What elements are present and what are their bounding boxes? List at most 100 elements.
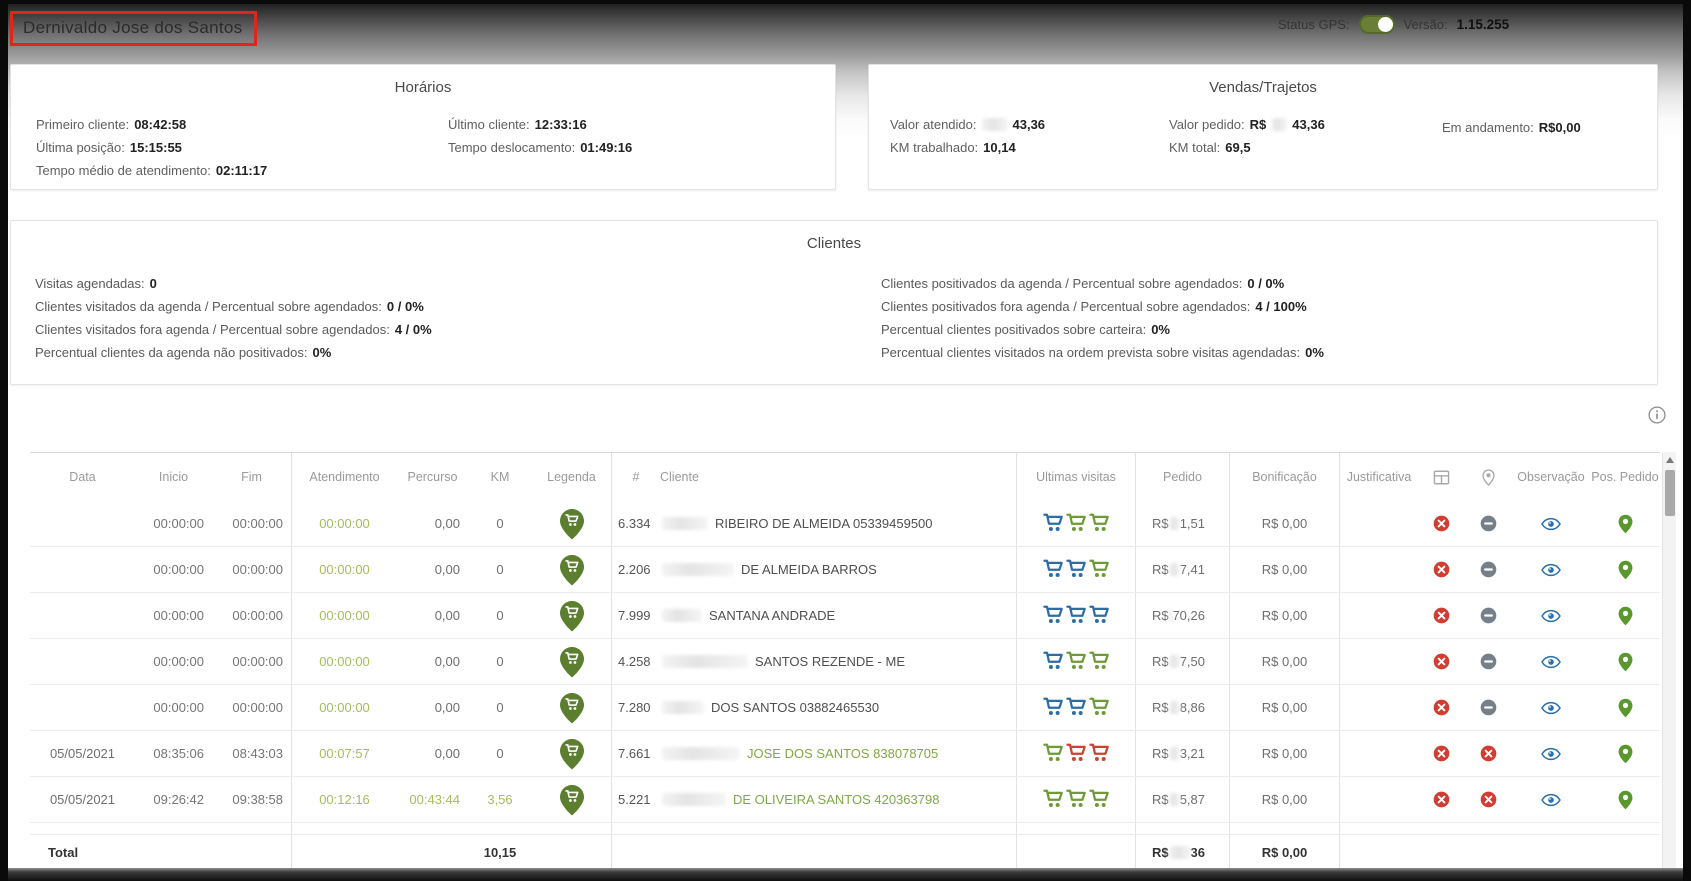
status-minus-icon[interactable] xyxy=(1465,501,1512,546)
last-visits-carts[interactable] xyxy=(1043,697,1110,719)
gps-toggle[interactable] xyxy=(1359,15,1395,34)
status-cancel-icon[interactable] xyxy=(1418,593,1465,638)
observation-eye-icon[interactable] xyxy=(1512,731,1590,776)
currency-prefix: R$ xyxy=(1152,700,1169,715)
scrollbar-thumb[interactable] xyxy=(1665,470,1675,516)
last-visits-carts[interactable] xyxy=(1043,559,1110,581)
status-cancel-icon[interactable] xyxy=(1465,777,1512,822)
status-cancel-icon[interactable] xyxy=(1418,777,1465,822)
horarios-card: Horários Primeiro cliente:08:42:58 Últim… xyxy=(10,64,836,190)
redacted-text xyxy=(1169,793,1180,806)
table-spacer-row xyxy=(30,823,1660,835)
field-label: Valor atendido: xyxy=(890,117,977,132)
order-position-pin-icon[interactable] xyxy=(1590,777,1660,822)
cell-justification xyxy=(1340,501,1418,546)
cart-icon xyxy=(1066,789,1087,811)
visits-table: DataInicioFimAtendimentoPercursoKMLegend… xyxy=(30,452,1660,869)
order-position-pin-icon[interactable] xyxy=(1590,593,1660,638)
legend-pin-cart-icon xyxy=(532,501,612,546)
legend-pin-cart-icon xyxy=(532,685,612,730)
status-minus-icon[interactable] xyxy=(1465,639,1512,684)
clientes-card: Clientes Visitas agendadas:0 Clientes vi… xyxy=(10,220,1658,385)
observation-eye-icon[interactable] xyxy=(1512,777,1590,822)
observation-eye-icon[interactable] xyxy=(1512,685,1590,730)
legend-pin-cart-icon xyxy=(532,547,612,592)
spacer-cell xyxy=(1340,823,1418,834)
cell-km: 0 xyxy=(468,547,532,592)
observation-eye-icon[interactable] xyxy=(1512,547,1590,592)
horarios-col2: Último cliente:12:33:16 Tempo deslocamen… xyxy=(448,117,632,163)
cell-data xyxy=(30,685,135,730)
order-position-pin-icon[interactable] xyxy=(1590,685,1660,730)
vertical-scrollbar[interactable] xyxy=(1662,452,1676,868)
last-visits-carts[interactable] xyxy=(1043,513,1110,535)
field-value: 43,36 xyxy=(1292,117,1325,132)
gps-status-cluster: Status GPS: Versão: 1.15.255 xyxy=(1278,15,1509,34)
field-label: KM total: xyxy=(1169,140,1220,155)
redacted-text xyxy=(1169,846,1191,859)
observation-eye-icon[interactable] xyxy=(1512,593,1590,638)
status-cancel-icon[interactable] xyxy=(1418,639,1465,684)
cart-icon xyxy=(1089,605,1110,627)
stat-value: 0% xyxy=(312,345,331,359)
col-atendimento-header: Atendimento xyxy=(292,453,397,501)
cell-percurso: 0,00 xyxy=(397,501,468,546)
cell-order-value: R$3,21 xyxy=(1136,731,1230,776)
order-value: 1,51 xyxy=(1180,516,1205,531)
table-row: 00:00:0000:00:0000:00:000,0007.999SANTAN… xyxy=(30,593,1660,639)
spacer-cell xyxy=(468,823,532,834)
order-position-pin-icon[interactable] xyxy=(1590,639,1660,684)
cell-data xyxy=(30,501,135,546)
last-visits-carts[interactable] xyxy=(1043,605,1110,627)
currency-prefix: R$ xyxy=(1152,562,1169,577)
agent-name: Dernivaldo Jose dos Santos xyxy=(23,18,242,37)
stat-label: Clientes visitados fora agenda / Percent… xyxy=(35,322,390,336)
status-cancel-icon[interactable] xyxy=(1418,731,1465,776)
spacer-cell xyxy=(532,823,612,834)
total-empty-cell xyxy=(1512,835,1590,869)
cart-icon xyxy=(1066,743,1087,765)
field-value: 02:11:17 xyxy=(216,163,267,178)
status-cancel-icon[interactable] xyxy=(1465,731,1512,776)
order-position-pin-icon[interactable] xyxy=(1590,501,1660,546)
last-visits-carts[interactable] xyxy=(1043,651,1110,673)
order-position-pin-icon[interactable] xyxy=(1590,731,1660,776)
redacted-text xyxy=(662,655,748,668)
observation-eye-icon[interactable] xyxy=(1512,639,1590,684)
last-visits-carts[interactable] xyxy=(1043,789,1110,811)
cell-percurso: 0,00 xyxy=(397,547,468,592)
spacer-cell xyxy=(612,823,660,834)
status-cancel-icon[interactable] xyxy=(1418,685,1465,730)
last-visits-carts[interactable] xyxy=(1043,743,1110,765)
cell-justification xyxy=(1340,547,1418,592)
table-total-row: Total10,15R$36R$ 0,00 xyxy=(30,835,1660,869)
observation-eye-icon[interactable] xyxy=(1512,501,1590,546)
col-fim-header: Fim xyxy=(212,453,292,501)
cart-icon xyxy=(1043,559,1064,581)
cart-icon xyxy=(1089,559,1110,581)
status-minus-icon[interactable] xyxy=(1465,593,1512,638)
cell-percurso: 0,00 xyxy=(397,593,468,638)
currency-prefix: R$ xyxy=(1152,792,1169,807)
scroll-up-arrow[interactable] xyxy=(1663,452,1677,468)
table-row: 00:00:0000:00:0000:00:000,0002.206DE ALM… xyxy=(30,547,1660,593)
redacted-text xyxy=(1169,563,1180,576)
order-position-pin-icon[interactable] xyxy=(1590,547,1660,592)
status-minus-icon[interactable] xyxy=(1465,547,1512,592)
redacted-text xyxy=(1169,609,1173,622)
order-value: 8,86 xyxy=(1180,700,1205,715)
status-cancel-icon[interactable] xyxy=(1418,547,1465,592)
info-icon[interactable] xyxy=(1648,406,1666,429)
total-empty-cell xyxy=(212,835,292,869)
status-minus-icon[interactable] xyxy=(1465,685,1512,730)
status-cancel-icon[interactable] xyxy=(1418,501,1465,546)
field-value: 43,36 xyxy=(1013,117,1046,132)
client-name: RIBEIRO DE ALMEIDA 05339459500 xyxy=(715,516,933,531)
order-value: 3,21 xyxy=(1180,746,1205,761)
currency-prefix: R$ xyxy=(1152,845,1169,860)
order-value: 7,41 xyxy=(1180,562,1205,577)
total-order-amount: 36 xyxy=(1191,845,1205,860)
cell-justification xyxy=(1340,777,1418,822)
cell-atendimento: 00:00:00 xyxy=(292,501,397,546)
spacer-cell xyxy=(1465,823,1512,834)
